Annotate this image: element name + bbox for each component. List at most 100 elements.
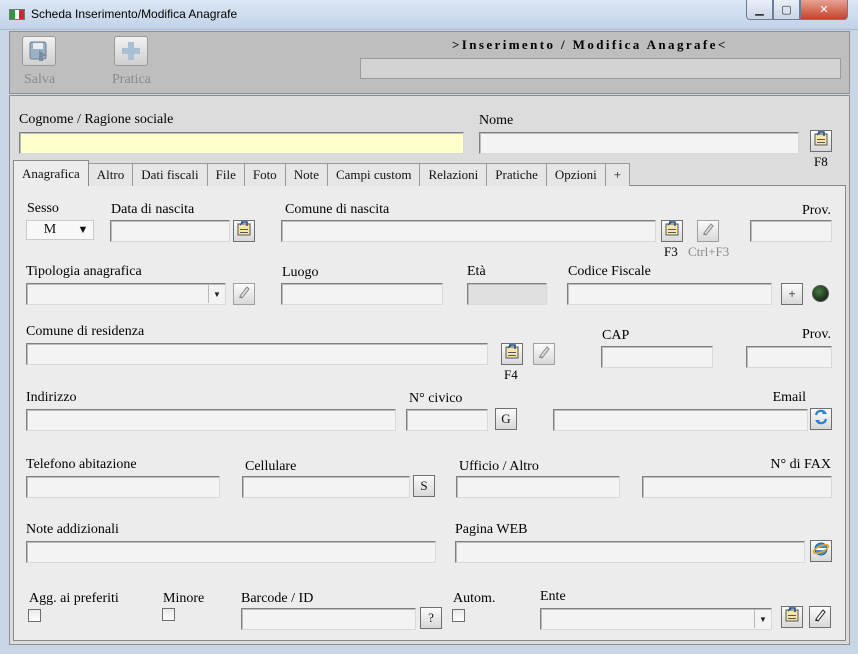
address-book-icon	[664, 221, 680, 241]
prov-residenza-label: Prov.	[801, 327, 831, 342]
edit-tipologia-button[interactable]	[233, 283, 255, 305]
tab-add[interactable]: +	[604, 163, 631, 186]
cognome-input[interactable]	[19, 132, 464, 154]
email-input[interactable]	[553, 409, 808, 431]
pencil-icon	[537, 345, 551, 363]
data-nascita-label: Data di nascita	[111, 202, 195, 217]
pencil-icon	[813, 608, 827, 626]
globe-icon	[812, 540, 830, 562]
comune-residenza-input[interactable]	[26, 343, 488, 365]
minore-label: Minore	[163, 591, 205, 606]
lookup-nome-button[interactable]	[810, 130, 832, 152]
g-button[interactable]: G	[495, 408, 517, 430]
lookup-comune-nascita-button[interactable]	[661, 220, 683, 242]
tab-file[interactable]: File	[206, 163, 245, 186]
tab-opzioni[interactable]: Opzioni	[545, 163, 606, 186]
note-label: Note addizionali	[26, 522, 119, 537]
cap-label: CAP	[602, 328, 630, 343]
data-nascita-input[interactable]	[110, 220, 230, 242]
comune-residenza-label: Comune di residenza	[26, 324, 145, 339]
close-button[interactable]: ✕	[800, 0, 848, 20]
barcode-label: Barcode / ID	[241, 591, 314, 606]
lookup-ente-button[interactable]	[781, 606, 803, 628]
autom-checkbox[interactable]	[452, 609, 465, 622]
f3-hint: F3	[664, 244, 678, 259]
minore-checkbox[interactable]	[162, 608, 175, 621]
chevron-down-icon: ▼	[208, 285, 225, 303]
tab-relazioni[interactable]: Relazioni	[419, 163, 488, 186]
f8-hint: F8	[814, 154, 828, 169]
f4-hint: F4	[504, 367, 518, 382]
note-input[interactable]	[26, 541, 436, 563]
tab-pratiche[interactable]: Pratiche	[486, 163, 547, 186]
ufficio-input[interactable]	[456, 476, 620, 498]
codice-fiscale-input[interactable]	[567, 283, 772, 305]
preferiti-label: Agg. ai preferiti	[29, 591, 119, 606]
lookup-comune-residenza-button[interactable]	[501, 343, 523, 365]
civico-label: N° civico	[409, 391, 463, 406]
codice-fiscale-label: Codice Fiscale	[568, 264, 651, 279]
sms-button[interactable]: S	[413, 475, 435, 497]
sesso-select[interactable]: M ▼	[26, 220, 94, 240]
maximize-button[interactable]: ▢	[773, 0, 800, 20]
minimize-button[interactable]: ▁	[746, 0, 773, 20]
calendar-button[interactable]	[233, 220, 255, 242]
sesso-label: Sesso	[27, 201, 59, 216]
web-input[interactable]	[455, 541, 805, 563]
prov-residenza-input[interactable]	[746, 346, 832, 368]
edit-comune-residenza-button[interactable]	[533, 343, 555, 365]
status-led-icon	[812, 285, 829, 302]
chevron-down-icon: ▼	[77, 224, 89, 236]
pratica-button[interactable]	[114, 36, 148, 66]
tipologia-select[interactable]: ▼	[26, 283, 226, 305]
comune-nascita-input[interactable]	[281, 220, 656, 242]
nome-input[interactable]	[479, 132, 799, 154]
address-book-icon	[504, 344, 520, 364]
tab-altro[interactable]: Altro	[87, 163, 134, 186]
open-web-button[interactable]	[810, 540, 832, 562]
indirizzo-label: Indirizzo	[26, 390, 77, 405]
autom-label: Autom.	[453, 591, 496, 606]
refresh-icon	[813, 409, 829, 429]
fax-label: N° di FAX	[770, 457, 831, 472]
save-button[interactable]	[22, 36, 56, 66]
plus-icon	[114, 36, 148, 66]
edit-comune-nascita-button[interactable]	[697, 220, 719, 242]
tab-dati-fiscali[interactable]: Dati fiscali	[132, 163, 208, 186]
address-book-icon	[813, 131, 829, 151]
indirizzo-input[interactable]	[26, 409, 396, 431]
telefono-label: Telefono abitazione	[26, 457, 137, 472]
luogo-input[interactable]	[281, 283, 443, 305]
italian-flag-icon	[9, 9, 25, 20]
civico-input[interactable]	[406, 409, 488, 431]
calcola-cf-button[interactable]: +	[781, 283, 803, 305]
pratica-label: Pratica	[112, 72, 151, 87]
send-email-button[interactable]	[810, 408, 832, 430]
save-label: Salva	[24, 72, 56, 87]
tab-foto[interactable]: Foto	[243, 163, 286, 186]
tab-campi-custom[interactable]: Campi custom	[326, 163, 421, 186]
fax-input[interactable]	[642, 476, 832, 498]
tab-note[interactable]: Note	[284, 163, 328, 186]
edit-ente-button[interactable]	[809, 606, 831, 628]
window-controls: ▁ ▢ ✕	[746, 0, 850, 20]
prov-nascita-input[interactable]	[750, 220, 832, 242]
telefono-input[interactable]	[26, 476, 220, 498]
status-field	[360, 58, 841, 79]
barcode-input[interactable]	[241, 608, 416, 630]
form-heading: >Inserimento / Modifica Anagrafe<	[452, 37, 728, 52]
barcode-help-button[interactable]: ?	[420, 607, 442, 629]
cellulare-input[interactable]	[242, 476, 410, 498]
nome-label: Nome	[479, 113, 514, 128]
tab-anagrafica[interactable]: Anagrafica	[13, 160, 89, 186]
eta-label: Età	[467, 264, 486, 279]
ente-select[interactable]: ▼	[540, 608, 772, 630]
preferiti-checkbox[interactable]	[28, 609, 41, 622]
ctrl-f3-hint: Ctrl+F3	[688, 244, 730, 259]
tipologia-label: Tipologia anagrafica	[26, 264, 142, 279]
web-label: Pagina WEB	[455, 522, 528, 537]
ufficio-label: Ufficio / Altro	[459, 459, 539, 474]
cap-input[interactable]	[601, 346, 713, 368]
sesso-value: M	[43, 222, 57, 237]
cellulare-label: Cellulare	[245, 459, 297, 474]
